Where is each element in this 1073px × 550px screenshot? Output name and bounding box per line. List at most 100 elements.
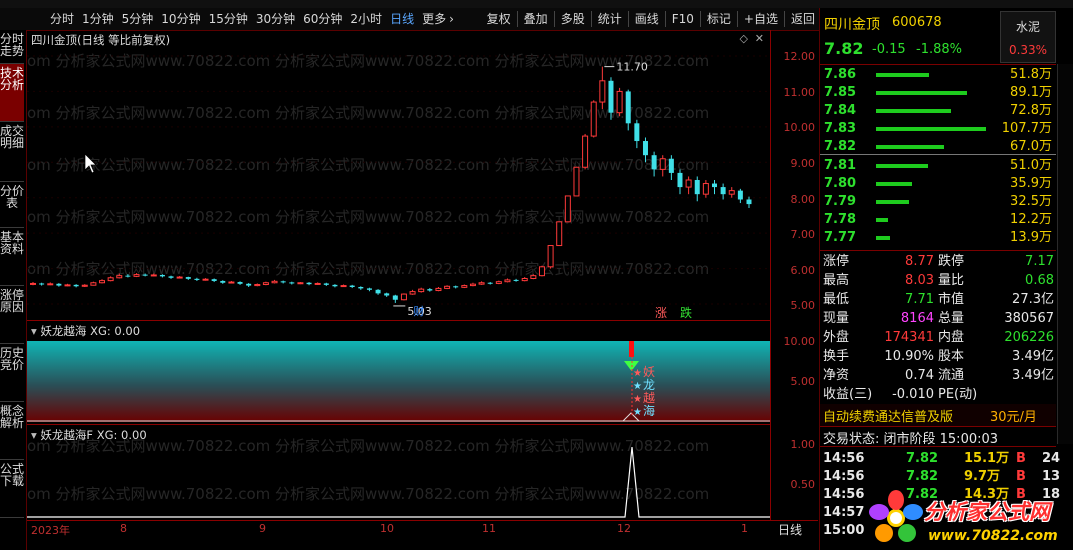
mouse-cursor-icon: [84, 153, 97, 174]
left-tab-auction[interactable]: 历史竞价: [0, 344, 24, 402]
candle-body: [668, 158, 674, 173]
sector-box[interactable]: 水泥 0.33%: [1000, 11, 1056, 63]
diamond-icon[interactable]: ◇: [740, 32, 748, 45]
close-icon[interactable]: ✕: [755, 32, 764, 45]
candle-body: [323, 283, 329, 285]
tick-side: B: [1016, 451, 1026, 466]
candle-body: [392, 295, 398, 300]
flower-logo-icon: [869, 490, 923, 542]
indicator-title: 妖龙越海F XG: 0.00: [40, 428, 147, 442]
stat-value: 10.90%: [884, 349, 934, 364]
mark-button[interactable]: 标记: [703, 8, 735, 30]
tab-fenshi[interactable]: 分时: [46, 8, 78, 30]
left-tab-price-table[interactable]: 分价表: [0, 182, 24, 228]
candle-body: [228, 281, 235, 284]
tick-time: 14:56: [823, 487, 865, 502]
add-watchlist-button[interactable]: +自选: [740, 8, 782, 30]
left-tab-concept[interactable]: 概念解析: [0, 402, 24, 460]
candle-body: [495, 281, 502, 284]
bid-row[interactable]: 7.78 12.2万: [820, 211, 1056, 229]
candle-body: [73, 284, 79, 287]
tab-30min[interactable]: 30分钟: [252, 8, 299, 30]
ask-row[interactable]: 7.85 89.1万: [820, 84, 1056, 102]
period-label[interactable]: 日线: [778, 521, 802, 538]
stat-value: 27.3亿: [1012, 292, 1054, 307]
stats-row: 涨停 8.77 跌停 7.17: [820, 253, 1056, 271]
divider: [783, 11, 785, 27]
bid-row[interactable]: 7.77 13.9万: [820, 229, 1056, 247]
stat-value: 7.71: [905, 292, 934, 307]
stats-row: 最低 7.71 市值 27.3亿: [820, 291, 1056, 309]
candle-body: [366, 288, 372, 290]
kline-panel[interactable]: om 分析家公式网www.70822.com 分析家公式网www.70822.c…: [27, 30, 770, 321]
star-icon: ★: [633, 407, 642, 418]
star-icon: ★: [633, 368, 642, 379]
candle-body: [453, 286, 459, 288]
ask-row[interactable]: 7.84 72.8万: [820, 102, 1056, 120]
left-tab-profile[interactable]: 基本资料: [0, 228, 24, 286]
promo-bar[interactable]: 自动续费通达信普及版 30元/月: [820, 404, 1056, 426]
scrollbar[interactable]: [1057, 64, 1073, 444]
left-tab-trades[interactable]: 成交明细: [0, 122, 24, 182]
candle-body: [642, 141, 648, 156]
tab-more[interactable]: 更多 ›: [418, 8, 458, 30]
candle-body: [159, 274, 165, 277]
tab-60min[interactable]: 60分钟: [299, 8, 346, 30]
indicator-panel-yaolong-f[interactable]: om 分析家公式网www.70822.com 分析家公式网www.70822.c…: [27, 425, 770, 520]
tick-volume: 9.7万: [964, 469, 1001, 484]
stats-row: 最高 8.03 量比 0.68: [820, 272, 1056, 290]
stat-value: 8.77: [905, 254, 934, 269]
left-tab-technical[interactable]: 技术分析: [0, 64, 24, 122]
left-tab-limit-reason[interactable]: 涨停原因: [0, 286, 24, 344]
restore-rights-button[interactable]: 复权: [483, 8, 515, 30]
back-button[interactable]: 返回: [787, 8, 819, 30]
candle-body: [271, 280, 278, 284]
x-tick: 8: [120, 522, 127, 535]
draw-line-button[interactable]: 画线: [631, 8, 663, 30]
multi-stock-button[interactable]: 多股: [557, 8, 589, 30]
ask-row[interactable]: 7.86 51.8万: [820, 66, 1056, 84]
candle-body: [427, 289, 433, 291]
candle-body: [720, 187, 726, 195]
candle-body: [418, 288, 425, 293]
candle-body: [47, 283, 54, 286]
order-price: 7.77: [824, 230, 857, 245]
tab-5min[interactable]: 5分钟: [118, 8, 158, 30]
bid-row[interactable]: 7.81 51.0万: [820, 157, 1056, 175]
trade-status: 交易状态: 闭市阶段 15:00:03: [823, 432, 999, 447]
bid-row[interactable]: 7.79 32.5万: [820, 193, 1056, 211]
tick-time: 14:56: [823, 469, 865, 484]
indicator-panel-yaolong[interactable]: 妖 ★ 龙 ★ 越 ★ 海 ★ ▾ 妖龙越海 XG: 0.00: [27, 321, 770, 425]
tick-time: 14:56: [823, 451, 865, 466]
tab-daily[interactable]: 日线: [386, 8, 418, 30]
candle-body: [133, 274, 140, 277]
f10-button[interactable]: F10: [668, 8, 698, 30]
stats-row: 外盘 174341 内盘 206226: [820, 329, 1056, 347]
candle-body: [332, 284, 338, 287]
signal-line: [27, 446, 770, 518]
badge-limit-up: 涨: [655, 305, 667, 320]
indicator-title-row: ▾ 妖龙越海F XG: 0.00: [31, 427, 147, 443]
order-price: 7.78: [824, 212, 857, 227]
candle-body: [478, 282, 485, 285]
divider: [736, 11, 738, 27]
overlay-button[interactable]: 叠加: [520, 8, 552, 30]
ask-row[interactable]: 7.83 107.7万: [820, 120, 1056, 138]
left-tab-intraday[interactable]: 分时走势: [0, 30, 24, 64]
volume-bar: [876, 127, 986, 131]
left-tab-formula[interactable]: 公式下载: [0, 460, 24, 518]
tab-10min[interactable]: 10分钟: [157, 8, 204, 30]
bid-row[interactable]: 7.80 35.9万: [820, 175, 1056, 193]
chart-title: 四川金顶(日线 等比前复权): [31, 33, 171, 47]
order-volume: 107.7万: [1001, 121, 1052, 136]
tab-15min[interactable]: 15分钟: [205, 8, 252, 30]
volume-bar: [876, 73, 929, 77]
tab-1min[interactable]: 1分钟: [78, 8, 118, 30]
candle-body: [599, 80, 606, 103]
candle-body: [30, 282, 36, 285]
statistics-button[interactable]: 统计: [594, 8, 626, 30]
tab-2hour[interactable]: 2小时: [346, 8, 386, 30]
candle-body: [677, 172, 683, 188]
stock-name: 四川金顶: [824, 17, 880, 33]
stat-value: 3.49亿: [1012, 368, 1054, 383]
